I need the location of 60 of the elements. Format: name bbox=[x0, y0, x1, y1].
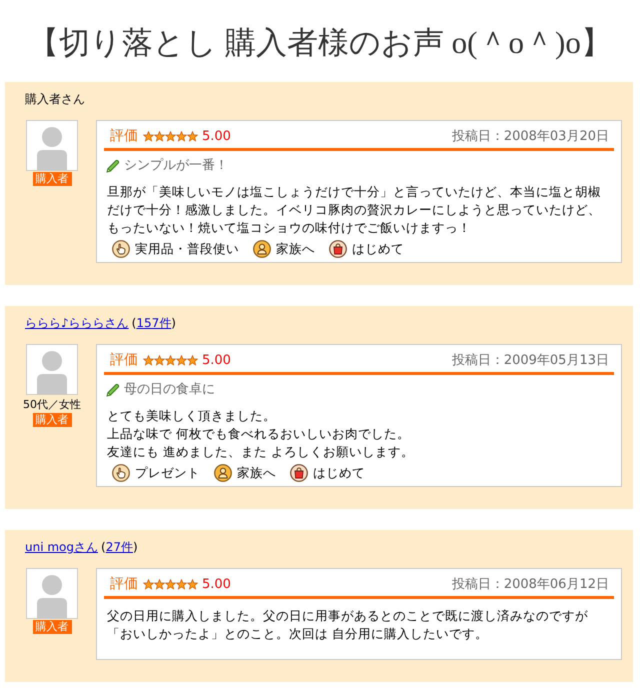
rating-label: 評価 bbox=[110, 351, 138, 369]
person-icon bbox=[253, 240, 271, 258]
post-date: 投稿日：2009年05月13日 bbox=[452, 352, 609, 369]
star-icon bbox=[154, 130, 165, 142]
buyer-badge: 購入者 bbox=[32, 413, 72, 427]
person-icon bbox=[214, 464, 232, 482]
star-icon bbox=[143, 354, 154, 366]
star-icon bbox=[154, 354, 165, 366]
rating-label: 評価 bbox=[110, 575, 138, 593]
review-text: 旦那が「美味しいモノは塩こしょうだけで十分」と言っていたけど、本当に塩と胡椒だけで十分！感激しました。イベリコ豚肉の贅沢カレーにしようと思っていたけど、もったいない！焼いて塩コショウの味付けでご飯いけますっ！ bbox=[107, 183, 602, 237]
review-tag: 家族へ bbox=[237, 464, 276, 482]
bag-icon bbox=[329, 240, 347, 258]
review-tag: はじめて bbox=[352, 240, 404, 258]
star-icon bbox=[187, 578, 198, 590]
rating-label: 評価 bbox=[110, 127, 138, 145]
star-icon bbox=[165, 354, 176, 366]
star-icon bbox=[143, 578, 154, 590]
rating-score: 5.00 bbox=[202, 352, 231, 368]
star-icon bbox=[176, 578, 187, 590]
review-headline: 母の日の食卓に bbox=[124, 382, 215, 398]
star-icon bbox=[165, 578, 176, 590]
rating-score: 5.00 bbox=[202, 128, 231, 144]
avatar-icon bbox=[26, 120, 78, 171]
rating-score: 5.00 bbox=[202, 576, 231, 592]
avatar-icon bbox=[26, 344, 78, 395]
star-icon bbox=[176, 130, 187, 142]
review-count-link[interactable]: 157件 bbox=[136, 316, 172, 330]
reviewer-name-link[interactable]: uni mogさん bbox=[25, 538, 98, 556]
avatar-icon bbox=[26, 568, 78, 619]
pencil-icon bbox=[106, 383, 120, 397]
hand-icon bbox=[112, 464, 130, 482]
review-text: 友達にも 進めました、また よろしくお願いします。 bbox=[107, 443, 415, 461]
buyer-badge: 購入者 bbox=[32, 620, 72, 634]
reviewer-name-link[interactable]: ららら♪らららさん bbox=[25, 314, 129, 332]
review-count: (157件) bbox=[132, 315, 176, 332]
reviewer-name: 購入者さん bbox=[25, 91, 85, 108]
star-icon bbox=[187, 354, 198, 366]
post-date: 投稿日：2008年06月12日 bbox=[452, 576, 609, 593]
page-title: 【切り落とし 購入者様のお声 o(＾o＾)o】 bbox=[27, 24, 613, 62]
review-tag: プレゼント bbox=[135, 464, 200, 482]
post-date: 投稿日：2008年03月20日 bbox=[452, 128, 609, 145]
review-tag: 実用品・普段使い bbox=[135, 240, 239, 258]
review-tag: はじめて bbox=[313, 464, 365, 482]
review-text: 上品な味で 何枚でも食べれるおいしいお肉でした。 bbox=[107, 425, 411, 443]
star-icon bbox=[165, 130, 176, 142]
star-icon bbox=[143, 130, 154, 142]
star-icon bbox=[187, 130, 198, 142]
review-count: (27件) bbox=[101, 539, 138, 556]
review-count-link[interactable]: 27件 bbox=[106, 540, 133, 554]
hand-icon bbox=[112, 240, 130, 258]
reviewer-profile: 50代／女性 bbox=[23, 398, 81, 412]
bag-icon bbox=[290, 464, 308, 482]
review-headline: シンプルが一番！ bbox=[124, 158, 228, 174]
star-icon bbox=[154, 578, 165, 590]
review-text: とても美味しく頂きました。 bbox=[107, 407, 277, 425]
review-tag: 家族へ bbox=[276, 240, 315, 258]
pencil-icon bbox=[106, 159, 120, 173]
star-icon bbox=[176, 354, 187, 366]
review-text: 父の日用に購入しました。父の日に用事があるとのことで既に渡し済みなのですが「おいしかったよ」とのこと。次回は 自分用に購入したいです。 bbox=[107, 607, 589, 643]
buyer-badge: 購入者 bbox=[32, 172, 72, 186]
